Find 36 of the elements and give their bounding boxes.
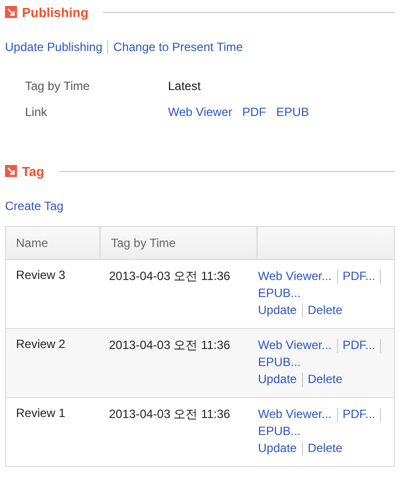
download-link[interactable]: PDF...: [342, 407, 376, 421]
action-link[interactable]: Update: [258, 441, 297, 455]
download-link[interactable]: Web Viewer...: [258, 338, 332, 352]
action-link[interactable]: Update Publishing: [5, 40, 102, 54]
download-link[interactable]: Web Viewer...: [258, 269, 332, 283]
action-link[interactable]: Delete: [308, 441, 342, 455]
table-cell-text: Review 1: [15, 405, 66, 422]
download-link[interactable]: PDF...: [342, 269, 376, 283]
action-link[interactable]: Delete: [308, 372, 342, 386]
action-link[interactable]: Update: [258, 303, 297, 317]
field-label: Tag by Time: [25, 79, 91, 93]
table-cell-text: 2013-04-03 오전 11:36: [108, 337, 232, 354]
download-link[interactable]: EPUB: [276, 105, 309, 119]
download-link[interactable]: EPUB...: [258, 355, 301, 369]
section-title: Tag: [22, 164, 44, 178]
action-link[interactable]: Delete: [308, 303, 342, 317]
column-header: Tag by Time: [101, 227, 258, 259]
download-link[interactable]: EPUB...: [258, 424, 301, 438]
table-cell-text: 2013-04-03 오전 11:36: [108, 268, 232, 285]
table-cell-text: 2013-04-03 오전 11:36: [108, 406, 232, 423]
download-link[interactable]: Web Viewer...: [258, 407, 332, 421]
action-link[interactable]: Change to Present Time: [113, 40, 243, 54]
arrow-icon: [5, 6, 17, 18]
table-cell-text: Review 3: [15, 267, 66, 284]
download-link[interactable]: EPUB...: [258, 286, 301, 300]
download-link[interactable]: PDF...: [342, 338, 376, 352]
field-label: Link: [25, 105, 48, 119]
download-link[interactable]: Web Viewer: [168, 105, 232, 119]
create-tag-link[interactable]: Create Tag: [5, 199, 64, 213]
arrow-icon: [5, 165, 17, 177]
action-link[interactable]: Update: [258, 372, 297, 386]
table-cell-text: Review 2: [15, 336, 66, 353]
column-header: Name: [6, 227, 101, 259]
download-link[interactable]: PDF: [242, 105, 266, 119]
field-value: Latest: [168, 79, 201, 93]
section-title: Publishing: [22, 4, 88, 20]
